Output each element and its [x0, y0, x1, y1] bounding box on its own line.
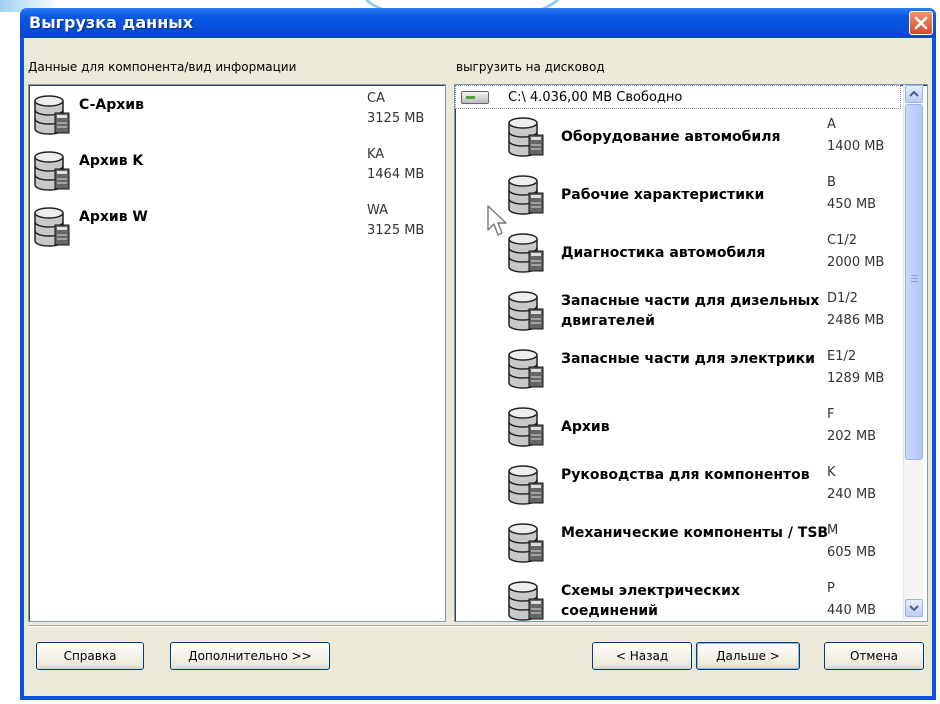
close-button[interactable] — [909, 11, 933, 35]
list-item[interactable]: Архив F 202 MB — [455, 401, 901, 455]
item-code: WA — [367, 203, 389, 218]
database-icon — [508, 465, 544, 505]
target-drive-list[interactable]: C:\ 4.036,00 MB Свободно Оборудование ав… — [454, 84, 928, 622]
back-button[interactable]: < Назад — [592, 642, 692, 670]
source-data-list[interactable]: C-Архив CA 3125 MB Архив K KA 1464 MB Архив W W… — [28, 84, 446, 622]
database-icon — [508, 581, 544, 621]
list-item[interactable]: Схемы электрических соединений P 440 MB — [455, 575, 901, 621]
cancel-button[interactable]: Отмена — [824, 642, 924, 670]
left-panel-label: Данные для компонента/вид информации — [28, 60, 297, 74]
drive-row[interactable]: C:\ 4.036,00 MB Свободно — [455, 85, 901, 109]
help-button[interactable]: Справка — [36, 642, 144, 670]
title-bar[interactable]: Выгрузка данных — [20, 8, 936, 38]
list-item[interactable]: Диагностика автомобиля C1/2 2000 MB — [455, 227, 901, 281]
right-panel-label: выгрузить на дисковод — [456, 60, 605, 74]
item-code: A — [827, 117, 836, 132]
item-name: Запасные части для электрики — [561, 351, 815, 367]
item-name: Рабочие характеристики — [561, 187, 765, 203]
scroll-down-button[interactable] — [905, 599, 923, 617]
item-size: 1464 MB — [367, 167, 425, 182]
vertical-scrollbar[interactable] — [903, 85, 923, 619]
item-name: Запасные части для дизельных двигателей — [561, 293, 820, 329]
item-code: F — [827, 407, 835, 422]
list-item[interactable]: Механические компоненты / TSB M 605 MB — [455, 517, 901, 571]
item-size: 605 MB — [827, 545, 877, 560]
item-name: C-Архив — [79, 97, 144, 113]
item-code: KA — [367, 147, 385, 162]
drive-icon — [461, 91, 489, 104]
item-code: E1/2 — [827, 349, 857, 364]
item-size: 450 MB — [827, 197, 877, 212]
scroll-thumb[interactable] — [905, 104, 923, 460]
item-name: Механические компоненты / TSB — [561, 525, 829, 541]
item-code: M — [827, 523, 839, 538]
item-name: Оборудование автомобиля — [561, 129, 781, 145]
list-item[interactable]: Архив W WA 3125 MB — [29, 199, 441, 255]
database-icon — [508, 407, 544, 447]
item-size: 2000 MB — [827, 255, 885, 270]
item-name: Архив W — [79, 209, 148, 225]
item-size: 240 MB — [827, 487, 877, 502]
item-size: 440 MB — [827, 603, 877, 618]
item-size: 1289 MB — [827, 371, 885, 386]
item-code: P — [827, 581, 835, 596]
database-icon — [508, 349, 544, 389]
item-size: 1400 MB — [827, 139, 885, 154]
mouse-cursor-icon — [487, 205, 507, 236]
advanced-button[interactable]: Дополнительно >> — [170, 642, 330, 670]
item-code: K — [827, 465, 836, 480]
item-code: D1/2 — [827, 291, 858, 306]
database-icon — [508, 233, 544, 273]
item-name: Схемы электрических соединений — [561, 583, 741, 619]
list-item[interactable]: Архив K KA 1464 MB — [29, 143, 441, 199]
item-name: Руководства для компонентов — [561, 467, 810, 483]
database-icon — [34, 151, 70, 191]
item-code: CA — [367, 91, 385, 106]
database-icon — [508, 175, 544, 215]
dialog-client-area: Данные для компонента/вид информации выг… — [24, 38, 932, 696]
list-item[interactable]: Запасные части для электрики E1/2 1289 MB — [455, 343, 901, 397]
list-item[interactable]: C-Архив CA 3125 MB — [29, 87, 441, 143]
scroll-down-icon — [909, 605, 919, 612]
window-title: Выгрузка данных — [29, 13, 194, 32]
database-icon — [508, 291, 544, 331]
item-code: C1/2 — [827, 233, 857, 248]
item-size: 2486 MB — [827, 313, 885, 328]
close-icon — [914, 16, 928, 30]
scroll-up-icon — [909, 90, 919, 97]
item-name: Диагностика автомобиля — [561, 245, 766, 261]
item-name: Архив K — [79, 153, 144, 169]
dialog-window: Выгрузка данных Данные для компонента/ви… — [20, 8, 936, 700]
list-item[interactable]: Оборудование автомобиля A 1400 MB — [455, 111, 901, 165]
list-item[interactable]: Запасные части для дизельных двигателей D… — [455, 285, 901, 339]
next-button[interactable]: Дальше > — [696, 642, 800, 670]
database-icon — [508, 117, 544, 157]
item-size: 3125 MB — [367, 111, 425, 126]
scroll-up-button[interactable] — [905, 85, 923, 103]
database-icon — [34, 95, 70, 135]
item-code: B — [827, 175, 836, 190]
database-icon — [508, 523, 544, 563]
list-item[interactable]: Рабочие характеристики B 450 MB — [455, 169, 901, 223]
item-size: 3125 MB — [367, 223, 425, 238]
item-size: 202 MB — [827, 429, 877, 444]
list-item[interactable]: Руководства для компонентов K 240 MB — [455, 459, 901, 513]
database-icon — [34, 207, 70, 247]
button-separator — [28, 625, 928, 627]
item-name: Архив — [561, 419, 610, 435]
drive-free-space: C:\ 4.036,00 MB Свободно — [508, 90, 683, 105]
